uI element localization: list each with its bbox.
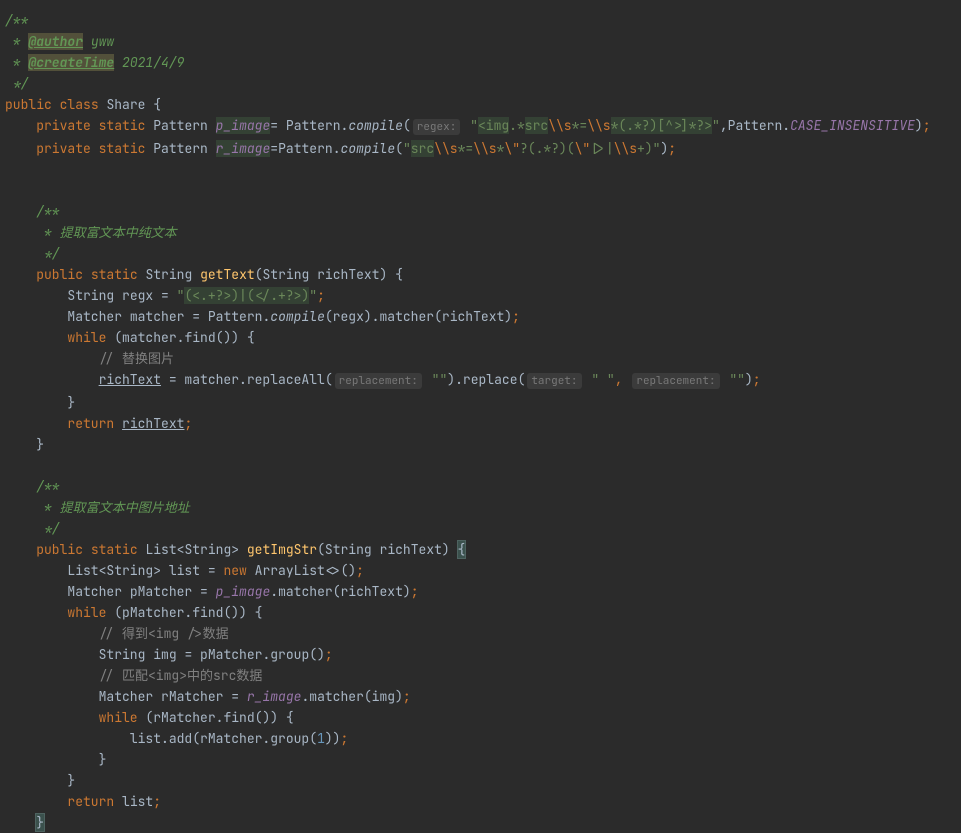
blank-line [5,180,956,201]
code-line: * 提取富文本中图片地址 [5,497,956,518]
method-gettext: getText [200,266,255,283]
code-line: Matcher pMatcher = p_image.matcher(richT… [5,581,956,602]
code-line: List<String> list = new ArrayList<>(); [5,560,956,581]
code-line: while (matcher.find()) { [5,327,956,348]
code-line: } [5,749,956,770]
javadoc-open: /** [5,12,28,29]
code-line: public class Share { [5,94,956,115]
createtime-tag: @createTime [28,54,114,71]
code-line: private static Pattern p_image= Pattern.… [5,115,956,138]
code-line: public static List<String> getImgStr(Str… [5,539,956,560]
param-hint: target: [527,373,581,389]
code-line: /** [5,201,956,222]
class-name: Share [106,96,145,113]
field-p-image: p_image [216,117,271,134]
param-hint: replacement: [632,373,719,389]
code-line: /** [5,10,956,31]
code-line: Matcher matcher = Pattern.compile(regx).… [5,306,956,327]
code-line: String img = pMatcher.group(); [5,644,956,665]
code-line: } [5,812,956,833]
code-line: String regx = "(<.+?>)|(</.+?>)"; [5,285,956,306]
code-line: richText = matcher.replaceAll(replacemen… [5,369,956,392]
code-line: } [5,392,956,413]
code-line: } [5,434,956,455]
code-line: return richText; [5,413,956,434]
author-tag: @author [28,33,83,50]
code-line: } [5,770,956,791]
code-line: */ [5,73,956,94]
code-line: * @createTime 2021/4/9 [5,52,956,73]
code-editor[interactable]: /** * @author yww * @createTime 2021/4/9… [5,10,956,833]
code-line: // 匹配<img>中的src数据 [5,665,956,686]
brace-open-highlight: { [457,540,467,559]
code-line: */ [5,243,956,264]
brace-close-highlight: } [35,813,45,832]
field-r-image: r_image [216,140,271,157]
param-hint: replacement: [335,373,422,389]
code-line: // 得到<img />数据 [5,623,956,644]
code-line: * @author yww [5,31,956,52]
code-line: return list; [5,791,956,812]
blank-line [5,455,956,476]
method-getimgstr: getImgStr [247,541,317,558]
code-line: public static String getText(String rich… [5,264,956,285]
code-line: private static Pattern r_image=Pattern.c… [5,138,956,159]
code-line: * 提取富文本中纯文本 [5,222,956,243]
code-line: while (pMatcher.find()) { [5,602,956,623]
blank-line [5,159,956,180]
param-hint: regex: [413,119,461,135]
code-line: /** [5,476,956,497]
code-line: // 替换图片 [5,348,956,369]
code-line: */ [5,518,956,539]
code-line: list.add(rMatcher.group(1)); [5,728,956,749]
code-line: Matcher rMatcher = r_image.matcher(img); [5,686,956,707]
code-line: while (rMatcher.find()) { [5,707,956,728]
